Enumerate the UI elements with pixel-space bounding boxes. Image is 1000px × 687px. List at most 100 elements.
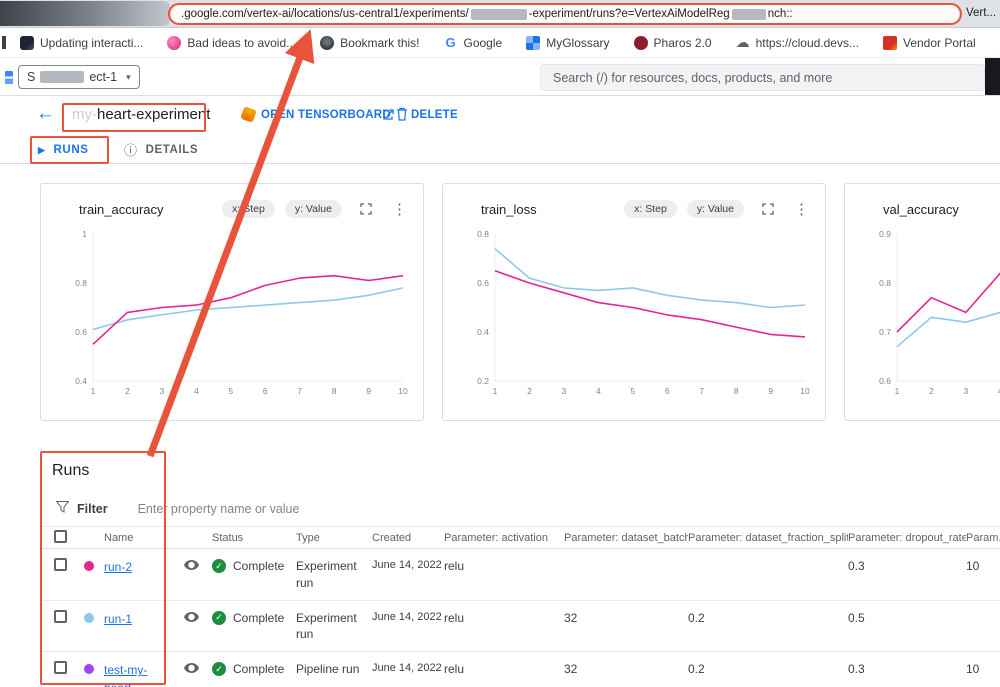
y-axis-chip[interactable]: y: Value <box>687 200 744 218</box>
y-axis-chip[interactable]: y: Value <box>285 200 342 218</box>
tab-runs[interactable]: ▶ RUNS <box>38 137 89 163</box>
svg-text:0.6: 0.6 <box>477 278 489 288</box>
bookmarks-bar: Updating interacti... Bad ideas to avoid.… <box>0 28 1000 58</box>
svg-text:6: 6 <box>665 386 670 396</box>
url-bar[interactable]: .google.com/vertex-ai/locations/us-centr… <box>171 4 959 24</box>
run-param: 32 <box>564 610 688 644</box>
bookmark-item[interactable]: Pharos 2.0 <box>634 36 712 50</box>
chevron-down-icon: ▾ <box>126 72 131 83</box>
svg-text:0.8: 0.8 <box>477 229 489 239</box>
bookmark-label: Updating interacti... <box>40 36 143 50</box>
more-options-icon[interactable]: ⋮ <box>392 202 407 217</box>
bookmark-item[interactable]: Vendor Portal <box>883 36 976 50</box>
bookmark-item[interactable]: Bad ideas to avoid... <box>167 36 296 50</box>
run-name-cell: test-my-heart-experiment-pipeline-run <box>104 661 178 687</box>
bookmark-item[interactable]: MyGlossary <box>526 36 609 50</box>
svg-text:10: 10 <box>800 386 810 396</box>
project-name-suffix: ect-1 <box>89 70 117 84</box>
row-checkbox[interactable] <box>54 558 67 571</box>
external-link-icon <box>382 108 394 126</box>
chart-header: val_accuracyx: Stepy: Value⋮ <box>845 184 1000 218</box>
google-g-icon: G <box>444 36 458 50</box>
column-header: Parameter: dataset_batch <box>564 532 688 544</box>
url-text: .google.com/vertex-ai/locations/us-centr… <box>181 8 793 20</box>
run-created: June 14, 2022 <box>372 610 444 644</box>
column-header: Name <box>104 532 178 544</box>
checkbox-cell <box>40 610 76 644</box>
svg-text:7: 7 <box>297 386 302 396</box>
run-color-dot <box>84 561 94 571</box>
bookmarks-bar-items: Updating interacti... Bad ideas to avoid.… <box>20 36 976 50</box>
chart-card-val_accuracy: val_accuracyx: Stepy: Value⋮0.60.70.80.9… <box>844 183 1000 421</box>
chart-header: train_lossx: Stepy: Value⋮ <box>443 184 825 218</box>
bookmark-item[interactable]: Updating interacti... <box>20 36 143 50</box>
search-input[interactable]: Search (/) for resources, docs, products… <box>540 64 985 91</box>
open-tensorboard-button[interactable]: OPEN TENSORBOARD <box>261 109 391 121</box>
svg-text:9: 9 <box>768 386 773 396</box>
svg-text:1: 1 <box>895 386 900 396</box>
browser-topbar: .google.com/vertex-ai/locations/us-centr… <box>0 0 1000 28</box>
checkbox-cell <box>40 558 76 592</box>
x-axis-chip[interactable]: x: Step <box>624 200 677 218</box>
more-options-icon[interactable]: ⋮ <box>794 202 809 217</box>
svg-text:3: 3 <box>160 386 165 396</box>
visibility-eye-icon[interactable] <box>184 663 199 673</box>
run-name-link[interactable]: run-2 <box>104 560 132 574</box>
fullscreen-icon[interactable] <box>360 203 372 215</box>
maroon-circle-icon <box>634 36 648 50</box>
svg-text:0.6: 0.6 <box>879 376 891 386</box>
bookmark-fragment-icon[interactable] <box>2 36 6 49</box>
chart-plot: 0.20.40.60.812345678910 <box>449 226 825 406</box>
info-icon: ⓘ <box>124 144 138 157</box>
select-all-checkbox[interactable] <box>54 530 67 543</box>
svg-text:8: 8 <box>332 386 337 396</box>
redacted-url-part <box>732 9 766 20</box>
chart-plot: 0.40.60.8112345678910 <box>47 226 423 406</box>
redacted-tab-area <box>0 1 170 26</box>
svg-text:0.8: 0.8 <box>879 278 891 288</box>
blue-grid-icon <box>526 36 540 50</box>
status-cell: ✓Complete <box>212 558 296 592</box>
url-segment: -experiment/runs?e=VertexAiModelReg <box>529 8 730 20</box>
status-text: Complete <box>233 558 284 575</box>
visibility-cell <box>178 661 212 687</box>
run-name-link[interactable]: test-my-heart-experiment-pipeline-run <box>104 663 167 687</box>
run-param: 0.2 <box>688 610 848 644</box>
column-header: Status <box>212 532 296 544</box>
tab-runs-label: RUNS <box>54 144 89 156</box>
svg-text:3: 3 <box>964 386 969 396</box>
run-color-cell <box>76 610 104 644</box>
filter-bar[interactable]: Filter Enter property name or value <box>40 492 1000 527</box>
bookmark-label: Google <box>464 36 503 50</box>
row-checkbox[interactable] <box>54 610 67 623</box>
status-text: Complete <box>233 661 284 678</box>
project-selector[interactable]: S ect-1 ▾ <box>18 65 140 89</box>
experiment-header: ← my-heart-experiment OPEN TENSORBOARD D… <box>0 96 1000 137</box>
run-name-link[interactable]: run-1 <box>104 612 132 626</box>
run-created: June 14, 2022 <box>372 661 444 687</box>
back-arrow-icon[interactable]: ← <box>36 104 55 123</box>
filter-icon <box>56 500 69 518</box>
column-header: Parameter: activation <box>444 532 564 544</box>
url-segment: nch:: <box>768 8 793 20</box>
bookmark-item[interactable]: G Google <box>444 36 503 50</box>
visibility-eye-icon[interactable] <box>184 560 199 570</box>
bookmark-item[interactable]: ☁https://cloud.devs... <box>736 36 859 50</box>
gcp-header: S ect-1 ▾ Search (/) for resources, docs… <box>0 58 1000 96</box>
visibility-eye-icon[interactable] <box>184 612 199 622</box>
run-param: 0.5 <box>848 610 966 644</box>
bookmark-item[interactable]: Bookmark this! <box>320 36 419 50</box>
column-header: Parameter: dataset_fraction_split <box>688 532 848 544</box>
run-type: Experiment run <box>296 558 372 592</box>
delete-button[interactable]: DELETE <box>411 109 458 121</box>
chart-card-train_loss: train_lossx: Stepy: Value⋮0.20.40.60.812… <box>442 183 826 421</box>
row-checkbox[interactable] <box>54 661 67 674</box>
svg-text:4: 4 <box>194 386 199 396</box>
fullscreen-icon[interactable] <box>762 203 774 215</box>
cloud-icon: ☁ <box>736 36 750 50</box>
run-param <box>564 558 688 592</box>
delete-icon <box>396 107 408 126</box>
redacted-project-name <box>40 71 84 83</box>
x-axis-chip[interactable]: x: Step <box>222 200 275 218</box>
tab-details[interactable]: ⓘ DETAILS <box>124 137 198 163</box>
